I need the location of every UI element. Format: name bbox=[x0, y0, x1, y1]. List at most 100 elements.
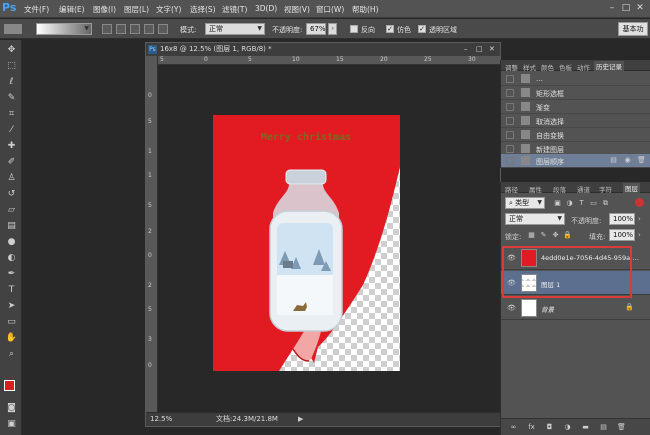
pen-tool-icon[interactable]: ✒ bbox=[5, 268, 18, 281]
gradient-tool-preset-icon[interactable] bbox=[4, 24, 22, 34]
tab-channels[interactable]: 通道 bbox=[577, 184, 590, 194]
chevron-right-icon[interactable]: › bbox=[638, 215, 641, 223]
history-snapshot-box[interactable] bbox=[506, 103, 514, 111]
filter-smart-object-icon[interactable]: ⧉ bbox=[601, 199, 610, 208]
layer-row[interactable]: 👁 背景 🔒 bbox=[501, 296, 650, 320]
link-icon[interactable]: ∞ bbox=[509, 423, 518, 432]
path-select-tool-icon[interactable]: ➤ bbox=[5, 300, 18, 313]
lasso-tool-icon[interactable]: ℓ bbox=[5, 76, 18, 89]
blur-tool-icon[interactable]: ● bbox=[5, 236, 18, 249]
menu-select[interactable]: 选择(S) bbox=[190, 4, 216, 15]
tab-styles[interactable]: 样式 bbox=[523, 62, 536, 72]
eye-icon[interactable]: 👁 bbox=[507, 254, 516, 262]
hand-tool-icon[interactable]: ✋ bbox=[5, 332, 18, 345]
tab-history[interactable]: 历史记录 bbox=[594, 61, 624, 71]
history-snapshot-box[interactable] bbox=[506, 89, 514, 97]
linear-gradient-icon[interactable] bbox=[102, 24, 112, 34]
layer-name[interactable]: 背景 bbox=[541, 304, 554, 314]
eyedropper-tool-icon[interactable]: ⁄ bbox=[5, 124, 18, 137]
marquee-tool-icon[interactable]: ⬚ bbox=[5, 60, 18, 73]
tab-adjustments[interactable]: 调整 bbox=[505, 62, 518, 72]
menu-type[interactable]: 文字(Y) bbox=[156, 4, 181, 15]
tab-layers[interactable]: 图层 bbox=[623, 183, 640, 193]
filter-toggle-icon[interactable] bbox=[635, 198, 644, 207]
type-tool-icon[interactable]: T bbox=[5, 284, 18, 297]
layer-filter-select[interactable]: ⌕ 类型 ▼ bbox=[505, 197, 545, 209]
quick-mask-icon[interactable]: ◙ bbox=[5, 402, 18, 415]
tab-actions[interactable]: 动作 bbox=[577, 62, 590, 72]
doc-maximize-button[interactable]: □ bbox=[476, 43, 483, 55]
tab-character[interactable]: 字符 bbox=[599, 184, 612, 194]
history-snapshot-box[interactable] bbox=[506, 75, 514, 83]
history-snapshot-box[interactable] bbox=[506, 157, 514, 165]
eye-icon[interactable]: 👁 bbox=[507, 279, 516, 287]
quick-select-tool-icon[interactable]: ✎ bbox=[5, 92, 18, 105]
filter-pixel-icon[interactable]: ▣ bbox=[553, 199, 562, 208]
history-item-selected[interactable]: 图层顺序 ▤ ◉ 🗑 bbox=[501, 154, 650, 168]
blend-mode-select[interactable]: 正常 ▼ bbox=[505, 213, 565, 225]
eye-icon[interactable]: 👁 bbox=[507, 304, 516, 312]
screen-mode-icon[interactable]: ▣ bbox=[5, 418, 18, 431]
doc-close-button[interactable]: ✕ bbox=[489, 43, 495, 55]
reverse-checkbox[interactable] bbox=[350, 25, 358, 33]
history-snapshot-box[interactable] bbox=[506, 145, 514, 153]
foreground-color-swatch[interactable] bbox=[4, 380, 15, 391]
lock-transparent-icon[interactable]: ▦ bbox=[527, 231, 536, 240]
dodge-tool-icon[interactable]: ◐ bbox=[5, 252, 18, 265]
mode-select[interactable]: 正常 ▼ bbox=[205, 23, 265, 35]
trash-icon[interactable]: 🗑 bbox=[617, 423, 626, 432]
document-tab[interactable]: Ps 16x8 @ 12.5% (图层 1, RGB/8) * – □ ✕ bbox=[146, 43, 500, 56]
fill-input[interactable]: 100% bbox=[609, 229, 635, 241]
ruler-vertical[interactable]: 0 5 1 1 5 2 0 2 5 3 0 bbox=[146, 56, 158, 413]
angle-gradient-icon[interactable] bbox=[130, 24, 140, 34]
ruler-horizontal[interactable]: 5 0 5 10 15 20 25 30 bbox=[158, 56, 500, 65]
clone-stamp-tool-icon[interactable]: ♙ bbox=[5, 172, 18, 185]
layer-name[interactable]: 4edd0e1e-7056-4d45-959a-… bbox=[541, 254, 639, 262]
new-document-icon[interactable]: ▤ bbox=[609, 156, 618, 165]
healing-brush-tool-icon[interactable]: ✚ bbox=[5, 140, 18, 153]
trash-icon[interactable]: 🗑 bbox=[637, 156, 646, 165]
crop-tool-icon[interactable]: ⌗ bbox=[5, 108, 18, 121]
opacity-dropdown-button[interactable]: › bbox=[328, 23, 337, 35]
eraser-tool-icon[interactable]: ▱ bbox=[5, 204, 18, 217]
gradient-picker[interactable]: ▼ bbox=[36, 23, 92, 35]
doc-minimize-button[interactable]: – bbox=[464, 43, 468, 55]
shape-tool-icon[interactable]: ▭ bbox=[5, 316, 18, 329]
chevron-right-icon[interactable]: › bbox=[638, 231, 641, 239]
tab-paths[interactable]: 路径 bbox=[505, 184, 518, 194]
maximize-button[interactable]: □ bbox=[620, 2, 632, 14]
history-item[interactable]: 渐变 bbox=[501, 100, 650, 114]
tab-paragraph[interactable]: 段落 bbox=[553, 184, 566, 194]
workspace-switcher[interactable]: 基本功 bbox=[618, 22, 648, 36]
move-tool-icon[interactable]: ✥ bbox=[5, 44, 18, 57]
filter-shape-icon[interactable]: ▭ bbox=[589, 199, 598, 208]
tab-swatches[interactable]: 色板 bbox=[559, 62, 572, 72]
mask-icon[interactable]: ◘ bbox=[545, 423, 554, 432]
adjustment-layer-icon[interactable]: ◑ bbox=[563, 423, 572, 432]
history-item[interactable]: 取消选择 bbox=[501, 114, 650, 128]
menu-filter[interactable]: 滤镜(T) bbox=[222, 4, 247, 15]
filter-type-icon[interactable]: T bbox=[577, 199, 586, 208]
menu-file[interactable]: 文件(F) bbox=[24, 4, 49, 15]
status-menu-arrow-icon[interactable]: ▶ bbox=[298, 413, 303, 426]
menu-window[interactable]: 窗口(W) bbox=[316, 4, 344, 15]
new-layer-icon[interactable]: ▤ bbox=[599, 423, 608, 432]
gradient-tool-icon[interactable]: ▤ bbox=[5, 220, 18, 233]
history-item[interactable]: 矩形选框 bbox=[501, 86, 650, 100]
history-item[interactable]: 自由变换 bbox=[501, 128, 650, 142]
close-button[interactable]: ✕ bbox=[634, 2, 646, 14]
lock-all-icon[interactable]: 🔒 bbox=[563, 231, 572, 240]
history-snapshot-box[interactable] bbox=[506, 117, 514, 125]
filter-adjustment-icon[interactable]: ◑ bbox=[565, 199, 574, 208]
zoom-level[interactable]: 12.5% bbox=[150, 413, 172, 426]
menu-3d[interactable]: 3D(D) bbox=[255, 4, 277, 13]
history-item[interactable]: … bbox=[501, 72, 650, 86]
menu-help[interactable]: 帮助(H) bbox=[352, 4, 379, 15]
canvas-area[interactable]: Merry christmas bbox=[158, 65, 500, 413]
diamond-gradient-icon[interactable] bbox=[158, 24, 168, 34]
reflected-gradient-icon[interactable] bbox=[144, 24, 154, 34]
menu-view[interactable]: 视图(V) bbox=[284, 4, 310, 15]
tab-color[interactable]: 颜色 bbox=[541, 62, 554, 72]
folder-icon[interactable]: ▬ bbox=[581, 423, 590, 432]
menu-edit[interactable]: 编辑(E) bbox=[59, 4, 85, 15]
